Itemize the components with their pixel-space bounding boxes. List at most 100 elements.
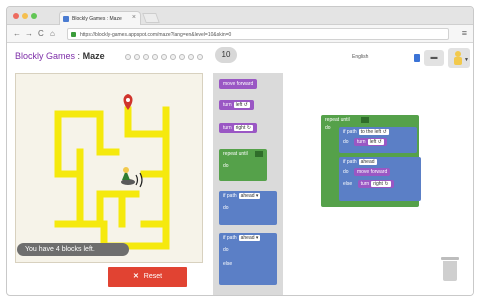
- goal-icon: [361, 117, 369, 123]
- workspace-turn-left-block[interactable]: turn left ↺: [353, 138, 387, 146]
- new-tab-button[interactable]: [142, 13, 160, 23]
- page-header: Blockly Games : Maze 10 English ▬ ▼: [7, 43, 473, 70]
- chevron-down-icon: ▼: [464, 57, 469, 63]
- workspace-turn-right-block[interactable]: turn right ↻: [357, 180, 394, 188]
- maximize-window-dot[interactable]: [31, 13, 37, 19]
- address-bar-row: ← → C ⌂ https://blockly-games.appspot.co…: [7, 25, 473, 43]
- turn-direction-dropdown[interactable]: right ↻: [371, 181, 391, 187]
- maze-path-segment: [76, 190, 140, 228]
- block-do-label: do: [223, 247, 229, 253]
- trash-can-icon[interactable]: [441, 257, 459, 281]
- reset-label: Reset: [143, 273, 163, 280]
- maze-svg: [54, 94, 170, 250]
- level-dot[interactable]: [152, 54, 158, 60]
- pegman-player-icon: [121, 167, 143, 188]
- title-separator: :: [77, 51, 81, 61]
- block-label: turn: [360, 181, 370, 187]
- path-direction-dropdown[interactable]: to the left ↺: [358, 129, 389, 135]
- brand-link[interactable]: Blockly Games: [15, 51, 75, 61]
- maze-path-segment: [54, 170, 84, 228]
- lock-icon: [71, 32, 76, 37]
- path-direction-dropdown[interactable]: ahead ▾: [238, 193, 261, 199]
- level-dot[interactable]: [125, 54, 131, 60]
- level-dot[interactable]: [161, 54, 167, 60]
- favicon-icon: [63, 16, 69, 22]
- tab-close-icon[interactable]: ×: [132, 14, 136, 21]
- link-icon: ▬: [430, 54, 438, 61]
- block-label: if path: [343, 159, 357, 165]
- browser-menu-icon[interactable]: ≡: [462, 28, 467, 38]
- minimize-window-dot[interactable]: [22, 13, 28, 19]
- maze-path-segment: [140, 130, 170, 178]
- home-icon[interactable]: ⌂: [50, 29, 55, 39]
- maze-path: [54, 106, 170, 250]
- workspace-move-forward-block[interactable]: move forward: [353, 168, 391, 176]
- block-label: move forward: [356, 169, 388, 175]
- toolbox-if-path-block[interactable]: if path ahead ▾ do: [219, 191, 277, 225]
- level-dot[interactable]: [197, 54, 203, 60]
- level-dot[interactable]: [179, 54, 185, 60]
- block-label: repeat until: [325, 117, 350, 123]
- close-window-dot[interactable]: [13, 13, 19, 19]
- toolbox-if-else-block[interactable]: if path ahead ▾ do else: [219, 233, 277, 285]
- blocks-left-indicator: You have 4 blocks left.: [17, 243, 129, 256]
- maze-path-segment: [140, 170, 170, 228]
- trash-body: [443, 261, 457, 281]
- goal-icon: [255, 151, 263, 157]
- turn-direction-dropdown[interactable]: right ↻: [233, 125, 253, 131]
- forward-arrow-icon[interactable]: →: [25, 29, 33, 39]
- close-icon: ✕: [132, 273, 139, 280]
- block-label: turn: [223, 102, 232, 108]
- toolbox-turn-right-block[interactable]: turn right ↻: [219, 123, 257, 133]
- level-dot[interactable]: [170, 54, 176, 60]
- workspace-if-else-block[interactable]: if path ahead do move forward else turn ri…: [339, 157, 421, 201]
- block-do-label: do: [343, 139, 349, 145]
- maze-path-segment: [54, 110, 84, 178]
- current-level-badge[interactable]: 10: [215, 47, 237, 63]
- maze-path-segment: [54, 110, 104, 156]
- page-title: Blockly Games : Maze: [15, 51, 105, 61]
- pegman-body-icon: [454, 57, 462, 65]
- block-else-label: else: [223, 261, 233, 267]
- browser-window: Blockly Games : Maze × ← → C ⌂ https://b…: [6, 6, 474, 296]
- block-label: if path: [343, 129, 357, 135]
- block-label: if path: [223, 235, 237, 241]
- url-text: https://blockly-games.appspot.com/maze?l…: [80, 32, 232, 38]
- block-do-label: do: [343, 169, 349, 175]
- block-toolbox: move forward turn left ↺ turn right ↻ repe…: [213, 73, 283, 295]
- select-caret-icon: [414, 54, 420, 62]
- trash-lid: [441, 257, 459, 260]
- toolbox-turn-left-block[interactable]: turn left ↺: [219, 100, 254, 110]
- level-dot[interactable]: [134, 54, 140, 60]
- level-dot[interactable]: [143, 54, 149, 60]
- game-name: Maze: [82, 51, 105, 61]
- language-select[interactable]: English: [352, 54, 422, 62]
- pegman-avatar-button[interactable]: ▼: [448, 48, 470, 68]
- level-dot[interactable]: [188, 54, 194, 60]
- tab-title: Blockly Games : Maze: [72, 16, 122, 22]
- toolbox-move-forward-block[interactable]: move forward: [219, 79, 258, 89]
- tab-bar: Blockly Games : Maze ×: [7, 7, 473, 25]
- back-arrow-icon[interactable]: ←: [13, 29, 21, 39]
- browser-tab[interactable]: Blockly Games : Maze ×: [59, 11, 141, 25]
- path-direction-dropdown[interactable]: ahead ▾: [238, 235, 261, 241]
- reset-button[interactable]: ✕ Reset: [108, 267, 187, 287]
- toolbox-repeat-until-block[interactable]: repeat until do: [219, 149, 267, 181]
- url-field[interactable]: https://blockly-games.appspot.com/maze?l…: [67, 28, 449, 40]
- maze-canvas: [15, 73, 203, 263]
- link-button[interactable]: ▬: [424, 50, 444, 66]
- maze-path-segment: [124, 106, 170, 138]
- block-do-label: do: [223, 205, 229, 211]
- block-label: if path: [223, 193, 237, 199]
- workspace-if-path-left-block[interactable]: if path to the left ↺ do turn left ↺: [339, 127, 417, 153]
- reload-icon[interactable]: C: [38, 29, 44, 39]
- turn-direction-dropdown[interactable]: left ↺: [233, 102, 250, 108]
- block-label: turn: [356, 139, 366, 145]
- path-direction-dropdown[interactable]: ahead: [358, 159, 377, 165]
- block-else-label: else: [343, 181, 353, 187]
- block-label: turn: [223, 125, 232, 131]
- block-do-label: do: [223, 163, 229, 169]
- turn-direction-dropdown[interactable]: left ↺: [367, 139, 384, 145]
- language-label: English: [352, 54, 369, 60]
- block-label: move forward: [223, 81, 254, 87]
